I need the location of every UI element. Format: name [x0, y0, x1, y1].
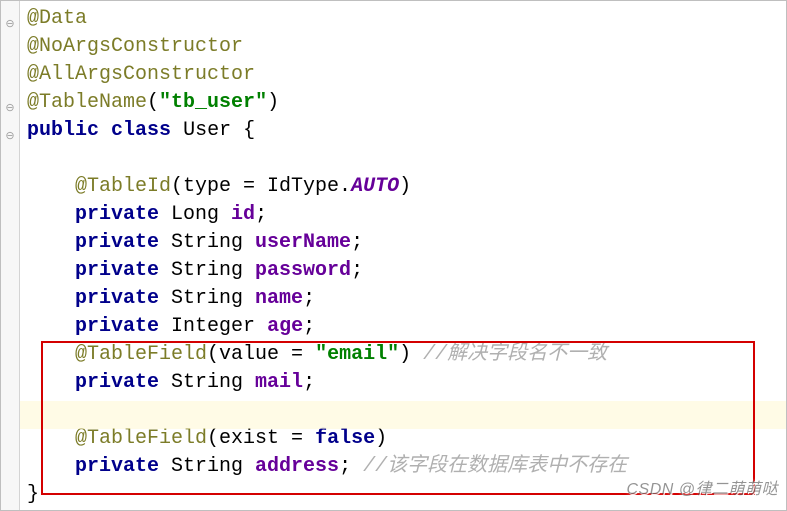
type: String: [159, 231, 255, 254]
paren: (value =: [207, 343, 315, 366]
comment: //该字段在数据库表中不存在: [363, 455, 627, 478]
field: id: [231, 203, 255, 226]
comment: //解决字段名不一致: [423, 343, 607, 366]
fold-mark[interactable]: ⊖: [3, 122, 17, 150]
code-line: private String userName;: [27, 231, 363, 254]
code-line: private Long id;: [27, 203, 267, 226]
annotation: @AllArgsConstructor: [27, 63, 255, 86]
class-name: User: [183, 119, 231, 142]
code-line: @TableId(type = IdType.AUTO): [27, 175, 411, 198]
code-line: private String password;: [27, 259, 363, 282]
field: password: [255, 259, 351, 282]
field: userName: [255, 231, 351, 254]
code-line: @Data: [27, 7, 87, 30]
keyword: private: [75, 455, 159, 478]
paren: (: [147, 91, 159, 114]
annotation: @TableField: [75, 343, 207, 366]
code-line: @TableName("tb_user"): [27, 91, 279, 114]
gutter: ⊖ ⊖ ⊖: [1, 1, 20, 510]
code-line: private String mail;: [27, 371, 315, 394]
field: mail: [255, 371, 303, 394]
code-line: private Integer age;: [27, 315, 315, 338]
paren: (exist =: [207, 427, 315, 450]
source-code: @Data @NoArgsConstructor @AllArgsConstru…: [5, 5, 786, 509]
annotation: @TableField: [75, 427, 207, 450]
brace: {: [231, 119, 255, 142]
string-literal: "tb_user": [159, 91, 267, 114]
type: String: [159, 259, 255, 282]
semicolon: ;: [351, 231, 363, 254]
type: Long: [159, 203, 231, 226]
code-editor: ⊖ ⊖ ⊖ @Data @NoArgsConstructor @AllArgsC…: [0, 0, 787, 511]
code-line: private String name;: [27, 287, 315, 310]
code-line: public class User {: [27, 119, 255, 142]
keyword: private: [75, 203, 159, 226]
field: address: [255, 455, 339, 478]
code-line: }: [27, 483, 39, 506]
paren: ): [399, 343, 423, 366]
semicolon: ;: [351, 259, 363, 282]
type: String: [159, 455, 255, 478]
keyword: private: [75, 315, 159, 338]
annotation: @NoArgsConstructor: [27, 35, 243, 58]
fold-mark[interactable]: ⊖: [3, 10, 17, 38]
brace: }: [27, 483, 39, 506]
code-line: @AllArgsConstructor: [27, 63, 255, 86]
keyword: public: [27, 119, 99, 142]
semicolon: ;: [255, 203, 267, 226]
keyword: private: [75, 231, 159, 254]
annotation: @TableName: [27, 91, 147, 114]
semicolon: ;: [339, 455, 363, 478]
keyword: private: [75, 371, 159, 394]
keyword: false: [315, 427, 375, 450]
paren: (type = IdType.: [171, 175, 351, 198]
semicolon: ;: [303, 287, 315, 310]
keyword: private: [75, 287, 159, 310]
type: String: [159, 371, 255, 394]
semicolon: ;: [303, 315, 315, 338]
annotation: @Data: [27, 7, 87, 30]
enum-constant: AUTO: [351, 175, 399, 198]
type: Integer: [159, 315, 267, 338]
code-line: @NoArgsConstructor: [27, 35, 243, 58]
field: name: [255, 287, 303, 310]
type: String: [159, 287, 255, 310]
code-line: @TableField(value = "email") //解决字段名不一致: [27, 343, 607, 366]
string-literal: "email": [315, 343, 399, 366]
keyword: private: [75, 259, 159, 282]
paren: ): [267, 91, 279, 114]
code-line: @TableField(exist = false): [27, 427, 387, 450]
semicolon: ;: [303, 371, 315, 394]
paren: ): [375, 427, 387, 450]
fold-mark[interactable]: ⊖: [3, 94, 17, 122]
keyword: class: [111, 119, 171, 142]
paren: ): [399, 175, 411, 198]
annotation: @TableId: [75, 175, 171, 198]
field: age: [267, 315, 303, 338]
code-line: private String address; //该字段在数据库表中不存在: [27, 455, 627, 478]
